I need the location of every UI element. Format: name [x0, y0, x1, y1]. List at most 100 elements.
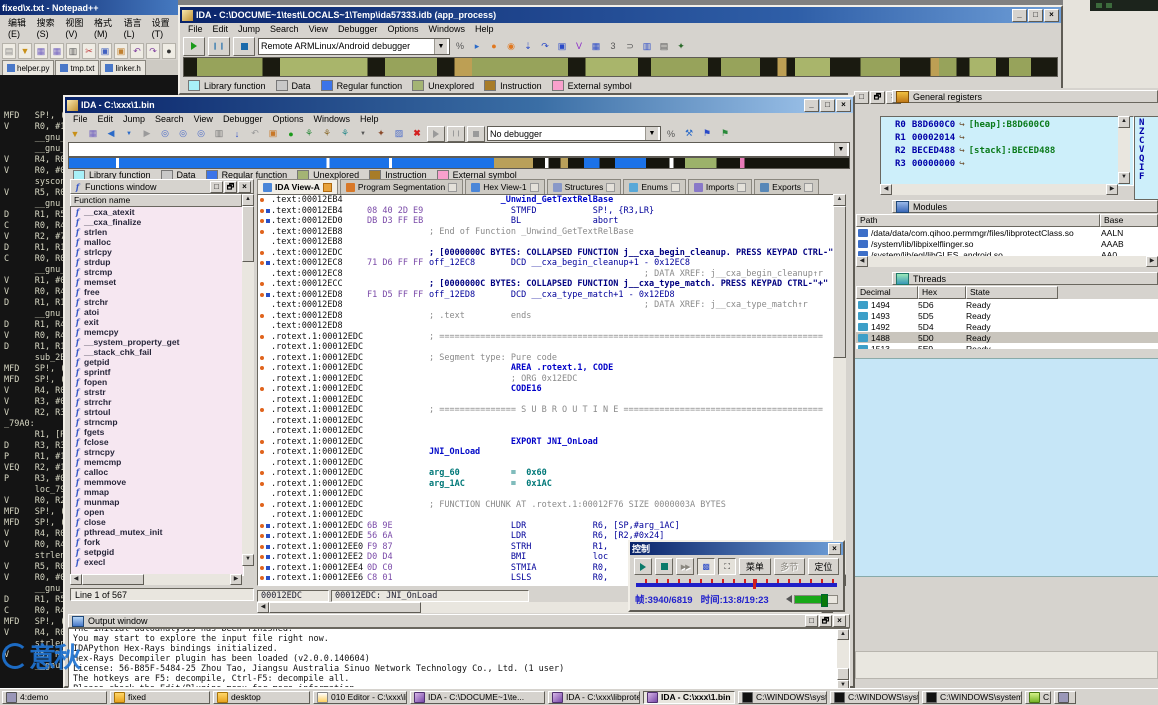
listing-line[interactable]: .rotext.1:00012EDC — [258, 458, 834, 469]
new-file-icon[interactable]: ▤ — [2, 43, 16, 59]
register-row[interactable]: R2BECED488↪[stack]:BECED488 — [895, 145, 1133, 158]
register-row[interactable]: R100002014↪ — [895, 132, 1133, 145]
editor-tab[interactable]: tmp.txt — [55, 60, 99, 75]
listing-line[interactable]: .text:00012EC8 71 D6 FF FF off_12EC8 DCD… — [258, 258, 834, 269]
module-row[interactable]: /system/lib/egl/libGLES_android.so AA0 — [856, 249, 1158, 256]
chevron-down-icon[interactable]: ▼ — [434, 39, 447, 54]
output-log[interactable]: The initial autoanalysis has been finish… — [68, 628, 850, 688]
close-icon[interactable]: × — [836, 99, 851, 112]
back-icon[interactable]: ◀ — [103, 126, 119, 141]
function-list-item[interactable]: f __system_property_get — [71, 337, 243, 347]
tools-icon[interactable]: ⚒ — [681, 126, 697, 141]
listing-line[interactable]: .text:00012ED8 — [258, 321, 834, 332]
trace-icon[interactable]: ▤ — [657, 40, 671, 53]
thread-row[interactable]: 1493 5D5 Ready — [856, 310, 1158, 321]
print-icon[interactable]: ▥ — [211, 126, 227, 141]
pin-icon[interactable]: ✦ — [373, 126, 389, 141]
copy-icon[interactable]: ▣ — [98, 43, 112, 59]
jump-down-icon[interactable]: ↓ — [229, 126, 245, 141]
tab-box-icon[interactable] — [804, 183, 813, 192]
editor-tab[interactable]: linker.h — [100, 60, 145, 75]
paste-icon[interactable]: ▣ — [114, 43, 128, 59]
navigation-band[interactable] — [68, 157, 850, 169]
breakpoint-list-icon[interactable]: ◉ — [504, 40, 518, 53]
listing-line[interactable]: .rotext.1:00012EDC ; Segment type: Pure … — [258, 353, 834, 364]
function-list-item[interactable]: f strlcpy — [71, 247, 243, 257]
output-window-caption[interactable]: Output window □ 🗗 × — [68, 614, 850, 628]
restore-icon[interactable]: 🗗 — [819, 615, 832, 627]
seek-slider[interactable] — [636, 579, 837, 589]
save-icon[interactable]: ▦ — [34, 43, 48, 59]
menu-item[interactable]: Help — [355, 113, 384, 125]
listing-line[interactable]: .text:00012ED8 ; DATA XREF: j__cxa_type_… — [258, 300, 834, 311]
close-icon[interactable]: × — [833, 615, 846, 627]
record-icon[interactable]: ● — [283, 126, 299, 141]
stack-view-icon[interactable]: ▦ — [589, 40, 603, 53]
threads-state-header[interactable]: State — [966, 286, 1058, 299]
threads-view-icon[interactable]: 3 — [606, 40, 620, 53]
view-tab[interactable]: IDA View-A — [257, 179, 338, 194]
player-titlebar[interactable]: 控制 × — [630, 542, 843, 555]
listing-line[interactable]: .text:00012ED0 DB D3 FF EB BL abort — [258, 216, 834, 227]
listing-line[interactable]: .rotext.1:00012EDC arg_1AC = 0x1AC — [258, 479, 834, 490]
function-list-item[interactable]: f fgets — [71, 427, 243, 437]
back-drop-icon[interactable]: ▼ — [121, 126, 137, 141]
fast-forward-button[interactable]: ▶▶ — [676, 558, 694, 575]
breakpoint-icon[interactable]: ● — [487, 40, 501, 53]
taskbar-button[interactable]: desktop — [213, 691, 310, 704]
threads-hex-header[interactable]: Hex — [918, 286, 966, 299]
taskbar-button[interactable]: 4:demo — [2, 691, 107, 704]
function-list-item[interactable]: f memset — [71, 277, 243, 287]
slider-track[interactable] — [636, 583, 837, 587]
function-list-item[interactable]: f strncmp — [71, 417, 243, 427]
view-tab[interactable]: Program Segmentation — [340, 179, 463, 194]
view-tab[interactable]: Imports — [688, 179, 752, 194]
editor-tab[interactable]: helper.py — [2, 60, 54, 75]
menu-item[interactable]: Help — [470, 23, 499, 35]
tab-box-icon[interactable] — [671, 183, 680, 192]
menu-item[interactable]: View — [189, 113, 218, 125]
listing-line[interactable]: .text:00012EB8 — [258, 237, 834, 248]
view-tab[interactable]: Hex View-1 — [465, 179, 544, 194]
close-icon[interactable]: × — [828, 543, 841, 555]
taskbar-button[interactable]: fixed — [110, 691, 210, 704]
listing-line[interactable]: .rotext.1:00012EDC ; ORG 0x12EDC — [258, 374, 834, 385]
function-list-item[interactable]: f calloc — [71, 467, 243, 477]
flag-blue-icon[interactable]: ⚑ — [699, 126, 715, 141]
listing-line[interactable]: .rotext.1:00012EDC — [258, 416, 834, 427]
menu-item[interactable]: 视图(V) — [60, 15, 89, 40]
taskbar-button[interactable]: IDA - C:\xxx\libprotect... — [548, 691, 640, 704]
menu-item[interactable]: Search — [150, 113, 189, 125]
chevron-down-icon[interactable]: ▼ — [645, 127, 658, 140]
menu-item[interactable]: Edit — [208, 23, 234, 35]
flag-letter[interactable]: F — [1139, 173, 1158, 182]
forward-icon[interactable]: ▶ — [139, 126, 155, 141]
listing-line[interactable]: .rotext.1:00012EDC 6B 9E LDR R6, [SP,#ar… — [258, 521, 834, 532]
function-list-item[interactable]: f strncpy — [71, 447, 243, 457]
function-list-item[interactable]: f sprintf — [71, 367, 243, 377]
navigation-band[interactable] — [183, 57, 1058, 77]
maximize-icon[interactable]: □ — [805, 615, 818, 627]
functions-hscrollbar[interactable]: ◀▶ — [70, 574, 242, 585]
functions-window-caption[interactable]: f Functions window □ 🗗 × — [70, 179, 254, 194]
function-list-item[interactable]: f __cxa_finalize — [71, 217, 243, 227]
registers-hscrollbar[interactable]: ◀▶ — [880, 184, 1118, 195]
listing-line[interactable]: .text:00012EDC ; [0000000C BYTES: COLLAP… — [258, 248, 834, 259]
run-to-cursor-icon[interactable]: ▸ — [470, 40, 484, 53]
menu-item[interactable]: Debugger — [333, 23, 383, 35]
menu-item[interactable]: Search — [265, 23, 304, 35]
modules-list[interactable]: /data/data/com.qihoo.permmgr/files/libpr… — [856, 227, 1158, 256]
menu-item[interactable]: 格式(M) — [89, 15, 119, 40]
locate-button[interactable]: 定位 — [808, 558, 839, 575]
jump-segment-icon[interactable]: ◎ — [175, 126, 191, 141]
ida-main-titlebar[interactable]: IDA - C:\xxx\1.bin _ □ × — [65, 97, 853, 113]
taskbar-button[interactable]: IDA - C:\xxx\1.bin — [643, 691, 735, 704]
listing-line[interactable]: .rotext.1:00012EDC — [258, 489, 834, 500]
listing-line[interactable]: .text:00012EB8 ; End of Function _Unwind… — [258, 227, 834, 238]
volume-thumb[interactable] — [821, 594, 828, 607]
listing-line[interactable]: .rotext.1:00012EDC ; =============== S U… — [258, 405, 834, 416]
notepadpp-titlebar[interactable]: fixed\x.txt - Notepad++ — [0, 0, 178, 15]
register-row[interactable]: R300000000↪ — [895, 158, 1133, 171]
function-list-item[interactable]: f memmove — [71, 477, 243, 487]
function-list-item[interactable]: f strdup — [71, 257, 243, 267]
